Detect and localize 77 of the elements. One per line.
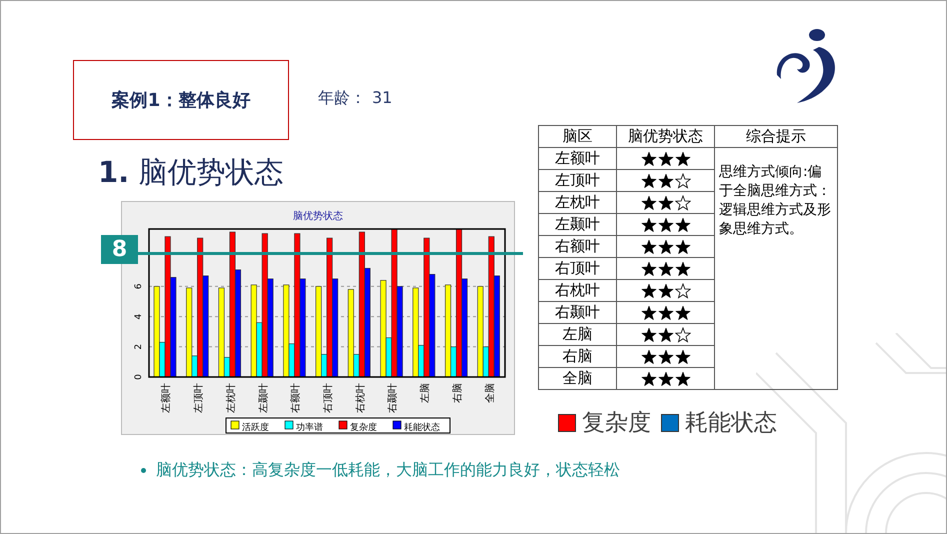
star-icon xyxy=(658,349,674,366)
star-icon xyxy=(640,261,656,278)
star-icon xyxy=(674,305,690,322)
marker-badge: 8 xyxy=(101,235,138,264)
table-cell: 右枕叶 xyxy=(538,280,616,302)
star-icon xyxy=(658,151,674,168)
star-icon xyxy=(674,371,690,388)
chart-title: 脑优势状态 xyxy=(293,211,343,222)
category-label: 左顶叶 xyxy=(194,383,205,413)
category-label: 左颞叶 xyxy=(258,383,270,413)
table-cell: 左脑 xyxy=(538,324,616,346)
table-cell: 左额叶 xyxy=(538,148,616,170)
star-icon xyxy=(640,349,656,366)
column-header: 脑区 xyxy=(538,126,616,148)
star-icon xyxy=(658,239,674,256)
star-icon xyxy=(658,305,674,322)
section-heading: 1. 脑优势状态 xyxy=(98,154,284,191)
legend-label: 功率谱 xyxy=(296,423,323,433)
star-icon xyxy=(658,283,674,300)
category-label: 全脑 xyxy=(484,383,496,403)
category-label: 右额叶 xyxy=(290,383,302,413)
category-label: 右顶叶 xyxy=(323,383,334,413)
bullet-text: 脑优势状态：高复杂度一低耗能，大脑工作的能力良好，状态轻松 xyxy=(156,460,620,481)
star-icon xyxy=(640,217,656,234)
table-cell: 左顶叶 xyxy=(538,170,616,192)
legend-label: 耗能状态 xyxy=(404,423,440,433)
star-icon xyxy=(640,305,656,322)
star-icon xyxy=(674,195,690,212)
star-icon xyxy=(658,327,674,344)
note-text: 思维方式倾向:偏于全脑思维方式：逻辑思维方式及形象思维方式。 xyxy=(719,164,831,237)
axis-tick-label: 4 xyxy=(134,314,144,320)
star-icon xyxy=(658,195,674,212)
column-header: 综合提示 xyxy=(714,126,838,148)
legend-label: 复杂度 xyxy=(350,423,377,433)
category-label: 右颞叶 xyxy=(388,383,399,413)
table-cell: 右颞叶 xyxy=(538,302,616,324)
star-icon xyxy=(640,283,656,300)
star-icon xyxy=(658,217,674,234)
axis-tick-label: 2 xyxy=(134,344,144,350)
star-icon xyxy=(640,173,656,190)
table-cell: 左枕叶 xyxy=(538,192,616,214)
axis-tick-label: 0 xyxy=(134,374,144,380)
column-header: 脑优势状态 xyxy=(616,126,714,148)
age-value: 31 xyxy=(372,88,392,109)
star-icon xyxy=(658,173,674,190)
case-title: 案例1：整体良好 xyxy=(112,89,250,112)
legend-label: 复杂度 xyxy=(582,409,651,438)
star-icon xyxy=(640,327,656,344)
star-icon xyxy=(674,239,690,256)
category-label: 右枕叶 xyxy=(355,383,366,413)
axis-tick-label: 6 xyxy=(134,284,144,290)
bullet-icon xyxy=(141,468,146,473)
legend-label: 活跃度 xyxy=(242,423,269,433)
star-icon xyxy=(674,327,690,344)
star-icon xyxy=(674,217,690,234)
star-icon xyxy=(674,349,690,366)
star-icon xyxy=(674,173,690,190)
category-label: 右脑 xyxy=(452,383,464,403)
table-cell: 全脑 xyxy=(538,368,616,390)
star-icon xyxy=(658,261,674,278)
category-label: 左枕叶 xyxy=(226,383,237,413)
legend-label: 耗能状态 xyxy=(685,409,777,438)
age-label: 年龄： xyxy=(318,88,366,109)
star-icon xyxy=(674,151,690,168)
star-icon xyxy=(640,195,656,212)
table-cell: 右顶叶 xyxy=(538,258,616,280)
star-icon xyxy=(640,151,656,168)
star-icon xyxy=(674,283,690,300)
category-label: 左脑 xyxy=(420,383,432,403)
star-icon xyxy=(640,371,656,388)
category-label: 左额叶 xyxy=(161,383,172,413)
star-icon xyxy=(640,239,656,256)
table-cell: 右额叶 xyxy=(538,236,616,258)
table-cell: 左颞叶 xyxy=(538,214,616,236)
star-icon xyxy=(674,261,690,278)
star-icon xyxy=(658,371,674,388)
table-cell: 右脑 xyxy=(538,346,616,368)
